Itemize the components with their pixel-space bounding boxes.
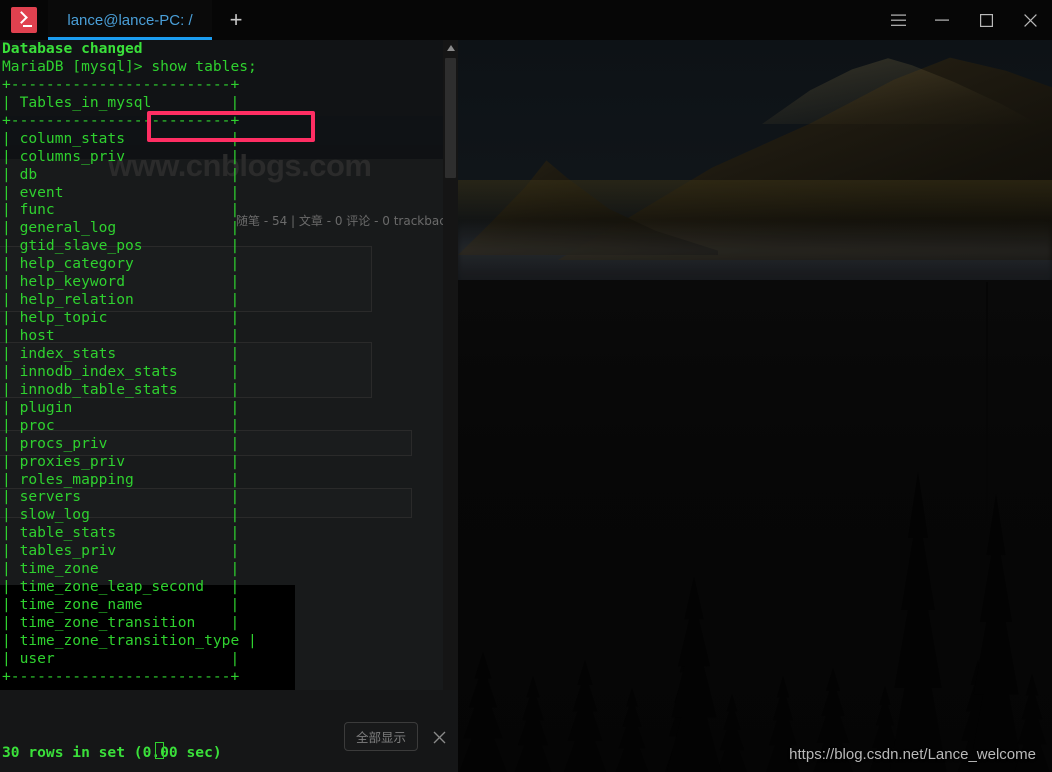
terminal-line: | help_topic | [2, 309, 240, 327]
terminal-line: | time_zone | [2, 560, 240, 578]
blog-url-watermark: https://blog.csdn.net/Lance_welcome [789, 746, 1036, 763]
terminal-line: | index_stats | [2, 344, 240, 362]
terminal-line: | db | [2, 165, 240, 183]
terminal-line: | time_zone_transition_type | [2, 631, 257, 649]
tab-lance-lance-pc[interactable]: lance@lance-PC: / [48, 0, 212, 40]
terminal-line: | time_zone_leap_second | [2, 578, 240, 596]
terminal-line: | event | [2, 183, 240, 201]
terminal-line: | help_category | [2, 255, 240, 273]
terminal-line: | slow_log | [2, 506, 240, 524]
terminal-line: | help_relation | [2, 291, 240, 309]
close-button[interactable] [1008, 0, 1052, 40]
terminal-line: | proc | [2, 416, 240, 434]
terminal-line: | gtid_slave_pos | [2, 237, 240, 255]
hamburger-menu-icon [890, 14, 906, 26]
terminal-line: | proxies_priv | [2, 452, 240, 470]
terminal-line: +-------------------------+ [2, 75, 240, 93]
window-controls [876, 0, 1052, 40]
terminal-line: | roles_mapping | [2, 470, 240, 488]
terminal-line: MariaDB [mysql]> show tables; [2, 57, 257, 75]
command-highlight-box [147, 111, 315, 142]
terminal-line: | innodb_index_stats | [2, 362, 240, 380]
terminal-app-icon [0, 0, 48, 40]
chevron-up-icon [446, 45, 455, 51]
plus-icon: + [229, 7, 243, 32]
terminal-line: | plugin | [2, 398, 240, 416]
window-titlebar: lance@lance-PC: / + [0, 0, 1052, 40]
terminal-line: Database changed [2, 40, 143, 57]
terminal-line: | servers | [2, 488, 240, 506]
wallpaper-tree-trunk [986, 282, 988, 522]
terminal-line: | help_keyword | [2, 273, 240, 291]
terminal-line: | innodb_table_stats | [2, 380, 240, 398]
terminal-body[interactable]: www.cnblogs.com 随笔 - 54 | 文章 - 0 评论 - 0 … [0, 40, 458, 772]
row-count-status: 30 rows in set (0.00 sec) [2, 743, 222, 761]
scrollbar-thumb[interactable] [445, 58, 456, 178]
desktop-wallpaper [458, 40, 1052, 772]
terminal-line: | time_zone_transition | [2, 614, 240, 631]
terminal-scrollbar[interactable] [443, 40, 458, 730]
screen-root: https://blog.csdn.net/Lance_welcome lanc… [0, 0, 1052, 772]
minimize-icon [935, 19, 949, 21]
scroll-up-button[interactable] [443, 40, 458, 56]
terminal-line: | procs_priv | [2, 434, 240, 452]
terminal-line: | columns_priv | [2, 147, 240, 165]
hamburger-menu-button[interactable] [876, 0, 920, 40]
terminal-line: | table_stats | [2, 524, 240, 542]
maximize-icon [979, 13, 993, 27]
terminal-line: +-------------------------+ [2, 667, 240, 685]
terminal-line: | time_zone_name | [2, 596, 240, 614]
wallpaper-lower-forest [458, 280, 1052, 772]
terminal-status-and-prompt: 30 rows in set (0.00 sec) MariaDB [mysql… [2, 708, 222, 772]
terminal-line: | func | [2, 201, 240, 219]
tab-label: lance@lance-PC: / [67, 11, 193, 29]
maximize-button[interactable] [964, 0, 1008, 40]
close-icon [1023, 13, 1037, 27]
terminal-line: | Tables_in_mysql | [2, 93, 240, 111]
titlebar-drag-area[interactable] [260, 0, 876, 40]
terminal-icon [11, 7, 37, 33]
terminal-line: | user | [2, 649, 240, 667]
minimize-button[interactable] [920, 0, 964, 40]
terminal-line: | general_log | [2, 219, 240, 237]
new-tab-button[interactable]: + [212, 0, 260, 40]
terminal-line: | tables_priv | [2, 542, 240, 560]
terminal-line: | host | [2, 327, 240, 344]
